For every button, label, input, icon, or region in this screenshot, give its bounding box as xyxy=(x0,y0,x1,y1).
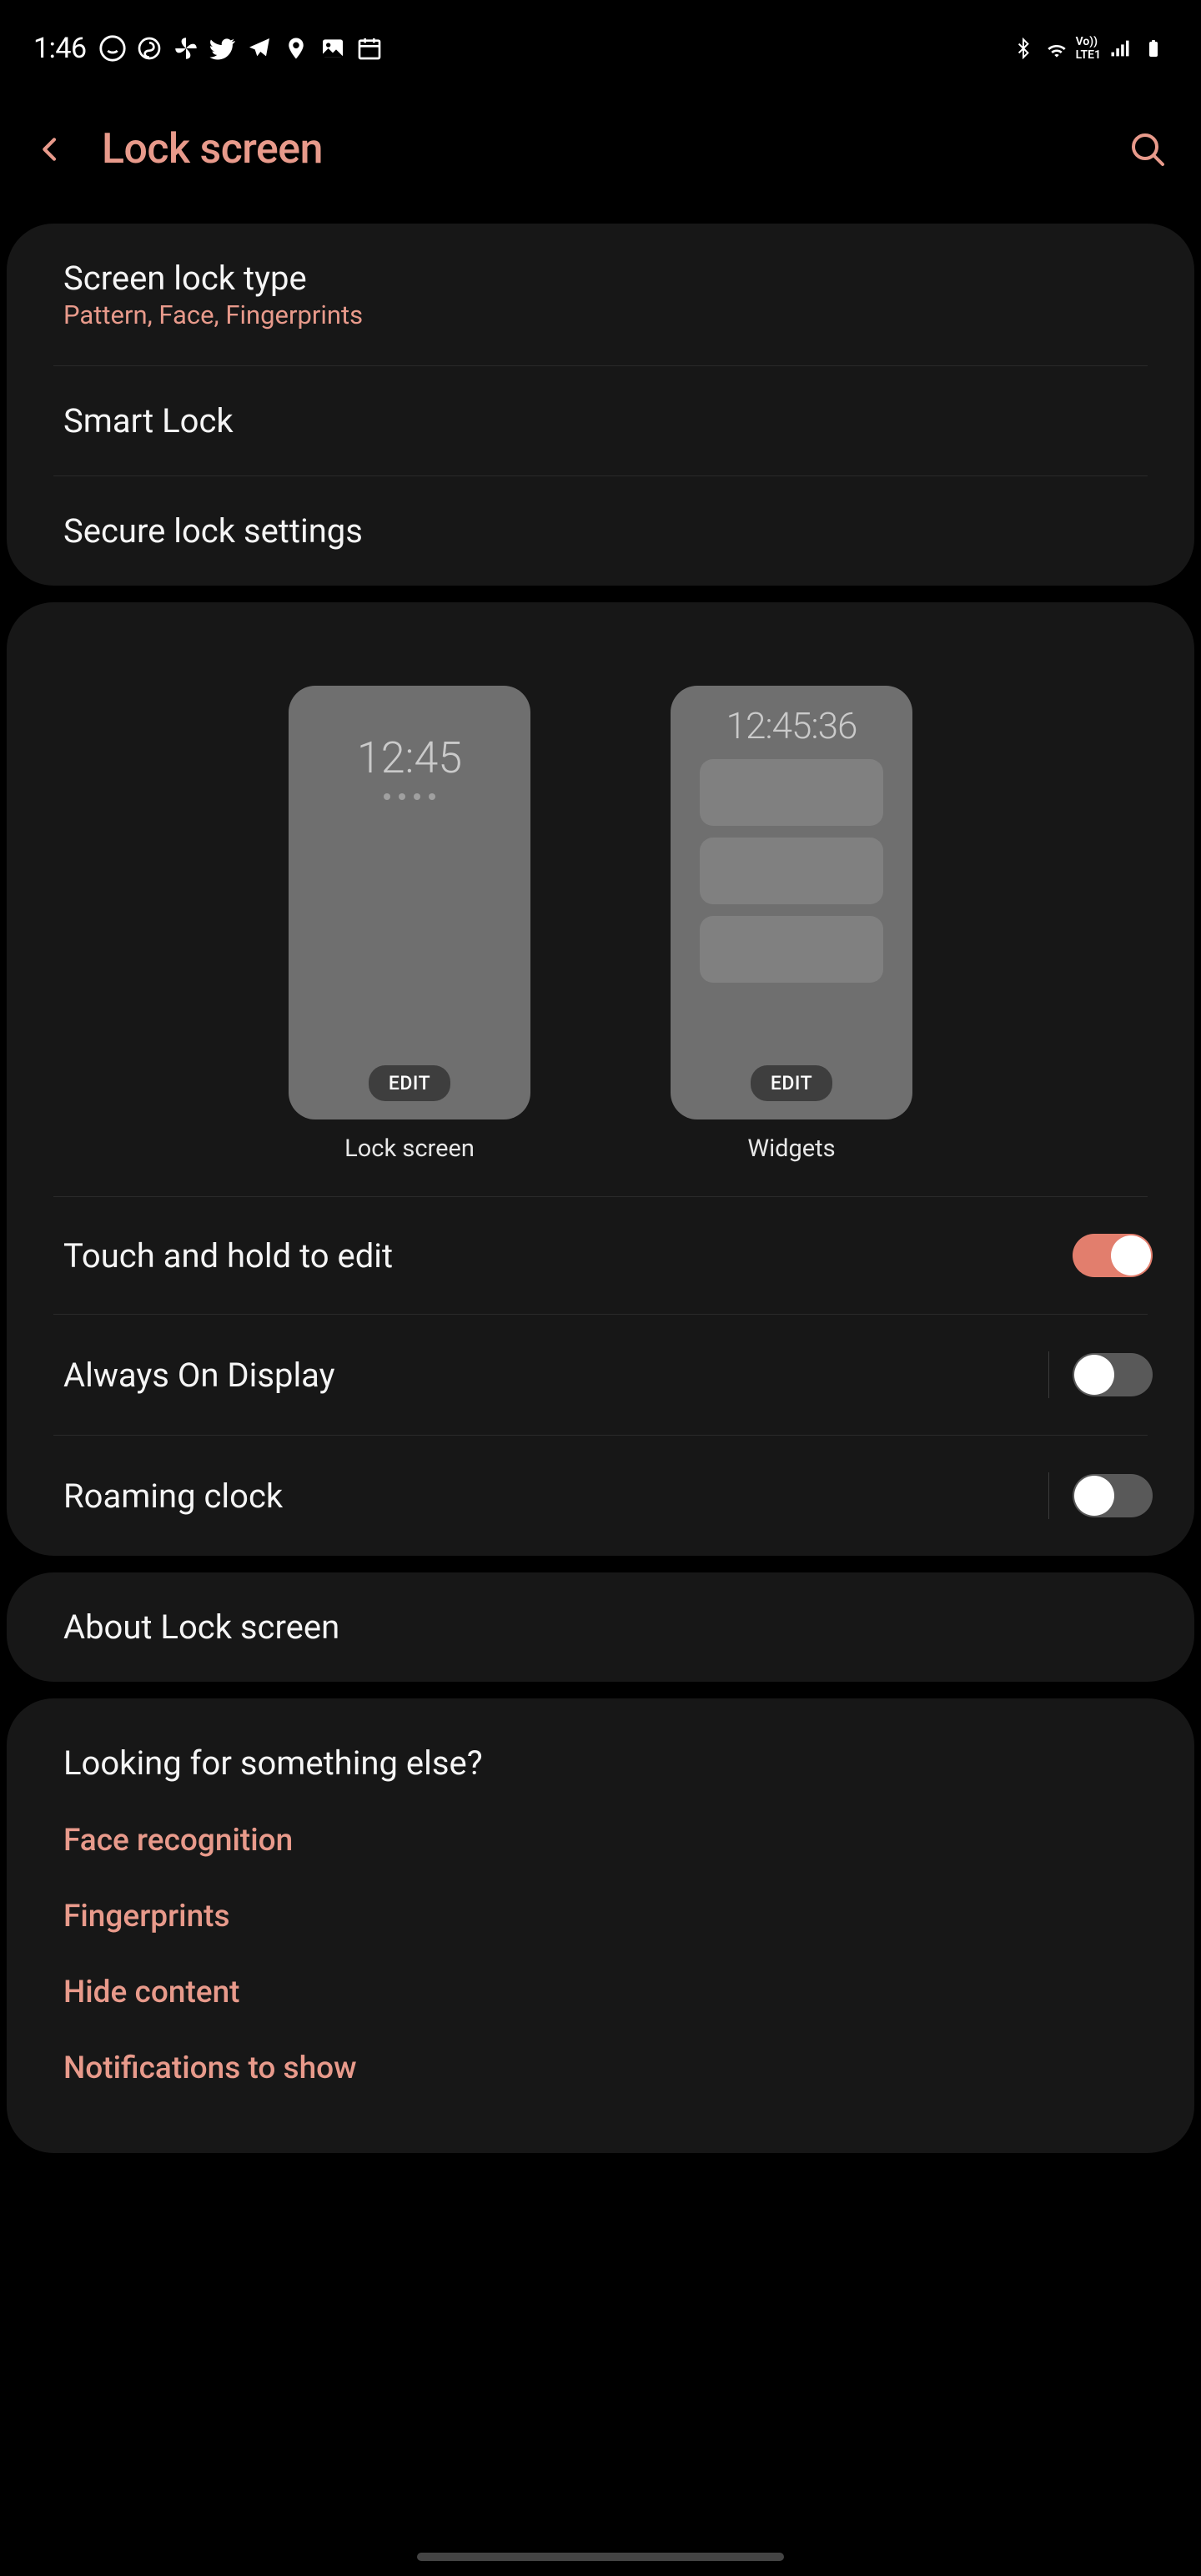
phone-mock-lock: 12:45 EDIT xyxy=(289,686,530,1119)
preview-time: 12:45 xyxy=(357,732,462,783)
status-bar: 1:46 Vo))LTE1 xyxy=(0,0,1201,83)
back-icon[interactable] xyxy=(33,133,67,166)
toggle-separator xyxy=(1048,1351,1049,1398)
pin-dots xyxy=(384,793,435,800)
item-always-on-display[interactable]: Always On Display xyxy=(7,1315,1194,1435)
item-title: About Lock screen xyxy=(63,1607,339,1647)
item-smart-lock[interactable]: Smart Lock xyxy=(7,366,1194,475)
footer-title: Looking for something else? xyxy=(63,1743,1138,1783)
battery-icon xyxy=(1139,34,1168,63)
status-left: 1:46 xyxy=(33,32,384,65)
location-icon xyxy=(282,34,310,63)
link-fingerprints[interactable]: Fingerprints xyxy=(63,1899,1138,1935)
link-face-recognition[interactable]: Face recognition xyxy=(63,1823,1138,1859)
preview-label: Lock screen xyxy=(344,1135,475,1163)
volte-icon: Vo))LTE1 xyxy=(1076,34,1101,63)
item-secure-lock-settings[interactable]: Secure lock settings xyxy=(7,476,1194,586)
toggle-switch[interactable] xyxy=(1073,1353,1153,1396)
link-hide-content[interactable]: Hide content xyxy=(63,1975,1138,2010)
page-title: Lock screen xyxy=(102,125,323,174)
item-touch-hold-edit[interactable]: Touch and hold to edit xyxy=(7,1197,1194,1314)
preview-widgets[interactable]: 12:45:36 EDIT Widgets xyxy=(671,686,912,1163)
group-looking-else: Looking for something else? Face recogni… xyxy=(7,1698,1194,2153)
item-title: Smart Lock xyxy=(63,401,234,440)
telegram-icon xyxy=(245,34,274,63)
phone-mock-widgets: 12:45:36 EDIT xyxy=(671,686,912,1119)
toggle-title: Roaming clock xyxy=(63,1477,283,1516)
preview-time: 12:45:36 xyxy=(726,704,857,747)
twitter-icon xyxy=(209,34,237,63)
group-lock-settings: Screen lock type Pattern, Face, Fingerpr… xyxy=(7,224,1194,586)
preview-label: Widgets xyxy=(747,1135,835,1163)
navigation-handle[interactable] xyxy=(417,2553,784,2561)
item-about-lock-screen[interactable]: About Lock screen xyxy=(7,1572,1194,1682)
widget-placeholder xyxy=(700,759,883,826)
gallery-icon xyxy=(319,34,347,63)
item-roaming-clock[interactable]: Roaming clock xyxy=(7,1436,1194,1556)
bluetooth-icon xyxy=(1009,34,1038,63)
item-screen-lock-type[interactable]: Screen lock type Pattern, Face, Fingerpr… xyxy=(7,224,1194,365)
header: Lock screen xyxy=(0,83,1201,207)
toggle-separator xyxy=(1048,1472,1049,1519)
search-icon[interactable] xyxy=(1128,129,1168,169)
status-time: 1:46 xyxy=(33,32,87,65)
item-title: Screen lock type xyxy=(63,259,363,298)
toggle-switch[interactable] xyxy=(1073,1474,1153,1517)
pinwheel-icon xyxy=(172,34,200,63)
edit-button[interactable]: EDIT xyxy=(369,1065,450,1101)
wifi-icon xyxy=(1043,34,1071,63)
group-about: About Lock screen xyxy=(7,1572,1194,1682)
widget-placeholder xyxy=(700,838,883,904)
status-right: Vo))LTE1 xyxy=(1009,34,1168,63)
edit-button[interactable]: EDIT xyxy=(751,1065,832,1101)
preview-lock-screen[interactable]: 12:45 EDIT Lock screen xyxy=(289,686,530,1163)
calendar-icon xyxy=(355,34,384,63)
signal-icon xyxy=(1106,34,1134,63)
preview-section: 12:45 EDIT Lock screen 12:45:36 EDIT Wid… xyxy=(7,602,1194,1196)
toggle-title: Touch and hold to edit xyxy=(63,1236,393,1275)
toggle-switch[interactable] xyxy=(1073,1234,1153,1277)
item-subtitle: Pattern, Face, Fingerprints xyxy=(63,299,363,330)
widget-placeholder xyxy=(700,916,883,983)
whatsapp-icon xyxy=(98,34,127,63)
toggle-title: Always On Display xyxy=(63,1356,335,1395)
item-title: Secure lock settings xyxy=(63,511,363,551)
link-notifications-to-show[interactable]: Notifications to show xyxy=(63,2050,1138,2086)
threads-icon xyxy=(135,34,163,63)
group-display-settings: 12:45 EDIT Lock screen 12:45:36 EDIT Wid… xyxy=(7,602,1194,1556)
header-left: Lock screen xyxy=(33,125,323,174)
